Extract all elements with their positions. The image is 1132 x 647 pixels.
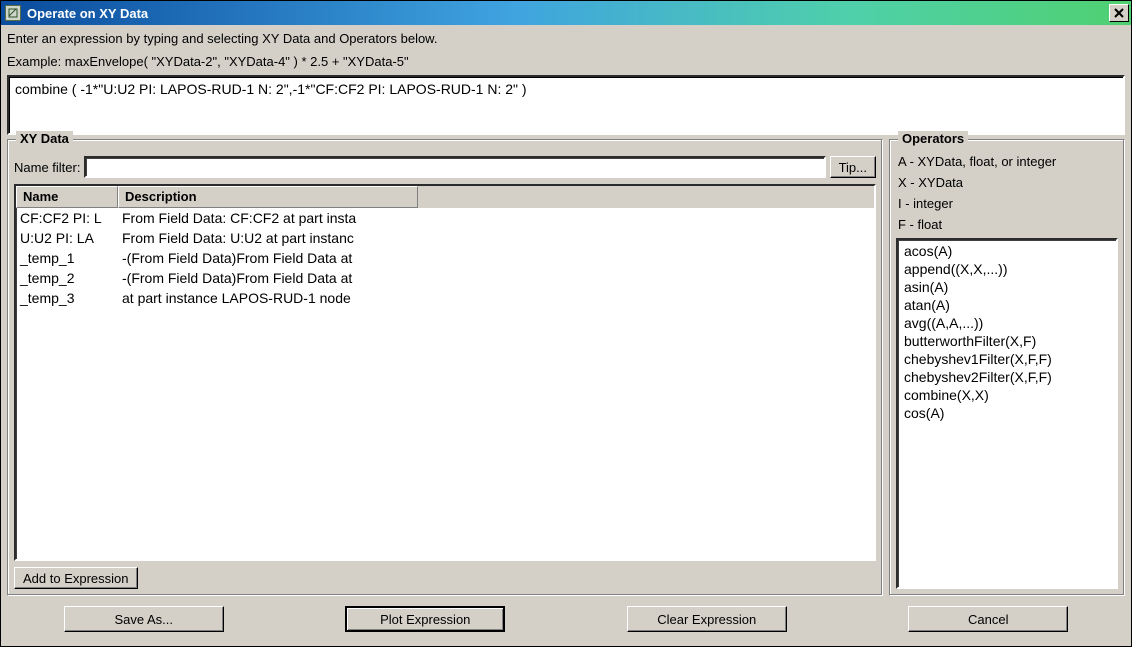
xydata-table: Name Description CF:CF2 PI: L From Field… [14,184,876,561]
operator-key: A - XYData, float, or integer [898,154,1118,169]
cell-name: _temp_1 [16,250,118,266]
close-button[interactable] [1109,4,1129,22]
cell-desc: at part instance LAPOS-RUD-1 node [118,290,448,306]
operator-item[interactable]: avg((A,A,...)) [900,314,1114,332]
example-text: Example: maxEnvelope( "XYData-2", "XYDat… [7,52,1125,71]
table-body: CF:CF2 PI: L From Field Data: CF:CF2 at … [16,208,874,559]
table-row[interactable]: _temp_3 at part instance LAPOS-RUD-1 nod… [16,288,874,308]
operator-item[interactable]: chebyshev2Filter(X,F,F) [900,368,1114,386]
plot-expression-button[interactable]: Plot Expression [345,606,505,632]
cell-desc: -(From Field Data)From Field Data at [118,250,448,266]
col-desc-header[interactable]: Description [118,186,418,208]
table-row[interactable]: U:U2 PI: LA From Field Data: U:U2 at par… [16,228,874,248]
operator-key-list: A - XYData, float, or integer X - XYData… [896,150,1118,238]
operator-key: X - XYData [898,175,1118,190]
tip-button[interactable]: Tip... [830,156,876,178]
operator-item[interactable]: cos(A) [900,404,1114,422]
operator-item[interactable]: acos(A) [900,242,1114,260]
table-row[interactable]: CF:CF2 PI: L From Field Data: CF:CF2 at … [16,208,874,228]
operator-item[interactable]: butterworthFilter(X,F) [900,332,1114,350]
footer-buttons: Save As... Plot Expression Clear Express… [7,600,1125,640]
cell-name: U:U2 PI: LA [16,230,118,246]
xydata-group: XY Data Name filter: Tip... Name Descrip… [7,139,883,596]
save-as-button[interactable]: Save As... [64,606,224,632]
operator-item[interactable]: chebyshev1Filter(X,F,F) [900,350,1114,368]
cell-name: _temp_3 [16,290,118,306]
table-header: Name Description [16,186,874,208]
cell-name: _temp_2 [16,270,118,286]
cell-desc: -(From Field Data)From Field Data at [118,270,448,286]
operator-key: F - float [898,217,1118,232]
operators-legend: Operators [898,131,968,146]
operator-item[interactable]: combine(X,X) [900,386,1114,404]
xydata-legend: XY Data [16,131,73,146]
operator-item[interactable]: asin(A) [900,278,1114,296]
instructions-text: Enter an expression by typing and select… [7,29,1125,48]
expression-input[interactable] [7,75,1125,135]
table-row[interactable]: _temp_1 -(From Field Data)From Field Dat… [16,248,874,268]
operators-group: Operators A - XYData, float, or integer … [889,139,1125,596]
operator-item[interactable]: append((X,X,...)) [900,260,1114,278]
name-filter-input[interactable] [84,156,825,178]
clear-expression-button[interactable]: Clear Expression [627,606,787,632]
table-row[interactable]: _temp_2 -(From Field Data)From Field Dat… [16,268,874,288]
filter-label: Name filter: [14,160,80,175]
cell-name: CF:CF2 PI: L [16,210,118,226]
cell-desc: From Field Data: U:U2 at part instanc [118,230,448,246]
col-name-header[interactable]: Name [16,186,118,208]
operator-key: I - integer [898,196,1118,211]
cell-desc: From Field Data: CF:CF2 at part insta [118,210,448,226]
title-bar: Operate on XY Data [1,1,1131,25]
window-title: Operate on XY Data [27,6,1109,21]
add-to-expression-button[interactable]: Add to Expression [14,567,138,589]
app-icon [5,5,21,21]
content-area: Enter an expression by typing and select… [1,25,1131,646]
operators-listbox[interactable]: acos(A) append((X,X,...)) asin(A) atan(A… [896,238,1118,589]
operator-item[interactable]: atan(A) [900,296,1114,314]
close-icon [1114,8,1124,18]
cancel-button[interactable]: Cancel [908,606,1068,632]
